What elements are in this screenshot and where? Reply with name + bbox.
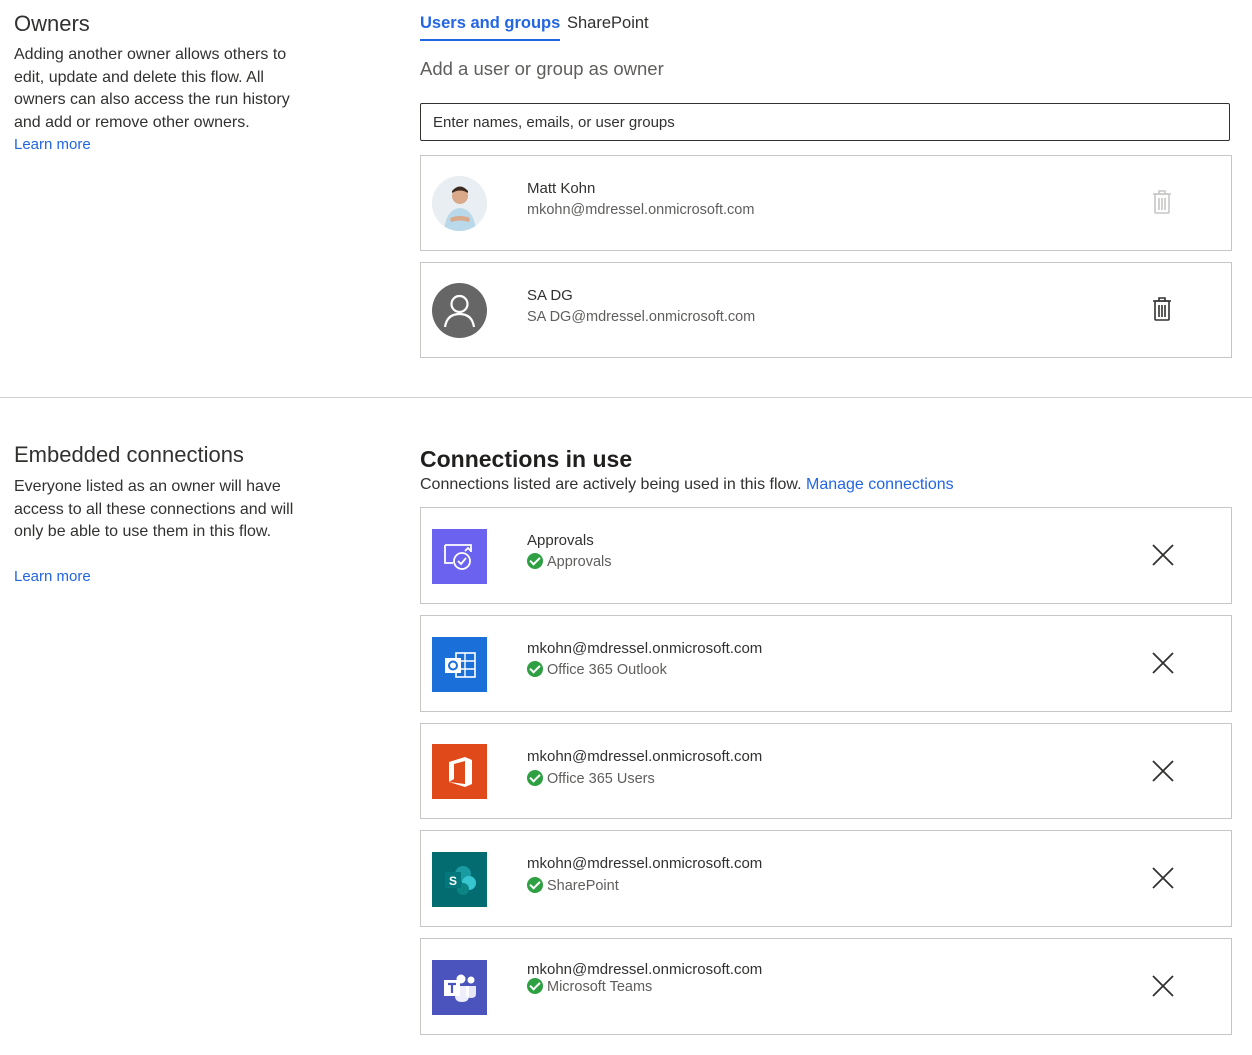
owner-email: mkohn@mdressel.onmicrosoft.com — [527, 202, 755, 218]
connection-service: SharePoint — [547, 878, 619, 894]
connection-card: S mkohn@mdressel.onmicrosoft.com SharePo… — [420, 830, 1232, 927]
connection-card: mkohn@mdressel.onmicrosoft.com Microsoft… — [420, 938, 1232, 1035]
connection-service-line: Office 365 Users — [527, 770, 655, 787]
approvals-icon — [432, 529, 487, 584]
owners-learn-more-link[interactable]: Learn more — [14, 136, 91, 153]
embedded-learn-more-link[interactable]: Learn more — [14, 568, 91, 585]
connection-service: Office 365 Users — [547, 771, 655, 787]
connection-service: Microsoft Teams — [547, 979, 653, 995]
connections-description: Connections listed are actively being us… — [420, 476, 802, 493]
manage-connections-link[interactable]: Manage connections — [806, 476, 954, 493]
person-icon — [432, 283, 487, 338]
connection-service-line: Microsoft Teams — [527, 978, 652, 995]
svg-text:S: S — [448, 874, 456, 888]
delete-owner-trash-icon[interactable] — [1150, 295, 1174, 323]
connection-account: mkohn@mdressel.onmicrosoft.com — [527, 748, 763, 765]
connection-service-line: Office 365 Outlook — [527, 661, 667, 678]
embedded-connections-description: Everyone listed as an owner will have ac… — [14, 478, 294, 540]
owners-description: Adding another owner allows others to ed… — [14, 46, 290, 131]
owner-card: SA DG SA DG@mdressel.onmicrosoft.com — [420, 262, 1232, 358]
tab-sharepoint[interactable]: SharePoint — [567, 14, 649, 39]
owner-search-input[interactable] — [420, 103, 1230, 141]
connected-check-icon — [527, 770, 543, 786]
remove-connection-close-icon[interactable] — [1150, 650, 1176, 676]
connection-service-line: SharePoint — [527, 877, 619, 894]
remove-connection-close-icon[interactable] — [1150, 542, 1176, 568]
owner-name: Matt Kohn — [527, 180, 596, 197]
connection-card: mkohn@mdressel.onmicrosoft.com Office 36… — [420, 615, 1232, 712]
connection-account: mkohn@mdressel.onmicrosoft.com — [527, 855, 763, 872]
owners-title: Owners — [14, 11, 90, 36]
delete-owner-trash-icon — [1150, 188, 1174, 216]
add-owner-heading: Add a user or group as owner — [420, 58, 664, 79]
remove-connection-close-icon[interactable] — [1150, 758, 1176, 784]
connected-check-icon — [527, 978, 543, 994]
connection-service-line: Approvals — [527, 553, 611, 570]
connection-account: mkohn@mdressel.onmicrosoft.com — [527, 961, 763, 978]
remove-connection-close-icon[interactable] — [1150, 973, 1176, 999]
tab-users-and-groups[interactable]: Users and groups — [420, 14, 561, 41]
connection-service: Approvals — [547, 554, 612, 570]
connection-account: mkohn@mdressel.onmicrosoft.com — [527, 640, 763, 657]
sharepoint-icon: S — [432, 852, 487, 907]
embedded-connections-title: Embedded connections — [14, 442, 244, 467]
connection-service: Office 365 Outlook — [547, 662, 667, 678]
owner-card: Matt Kohn mkohn@mdressel.onmicrosoft.com — [420, 155, 1232, 251]
teams-icon — [432, 960, 487, 1015]
connection-card: mkohn@mdressel.onmicrosoft.com Office 36… — [420, 723, 1232, 819]
connected-check-icon — [527, 553, 543, 569]
connections-description-line: Connections listed are actively being us… — [420, 476, 954, 494]
user-photo-avatar — [432, 176, 487, 231]
connection-card: Approvals Approvals — [420, 507, 1232, 604]
owner-email: SA DG@mdressel.onmicrosoft.com — [527, 309, 756, 325]
outlook-icon — [432, 637, 487, 692]
connected-check-icon — [527, 877, 543, 893]
connected-check-icon — [527, 661, 543, 677]
office-icon — [432, 744, 487, 799]
connections-heading: Connections in use — [420, 446, 633, 472]
owner-name: SA DG — [527, 287, 573, 304]
remove-connection-close-icon[interactable] — [1150, 865, 1176, 891]
section-divider — [0, 397, 1252, 398]
connection-account: Approvals — [527, 532, 594, 549]
